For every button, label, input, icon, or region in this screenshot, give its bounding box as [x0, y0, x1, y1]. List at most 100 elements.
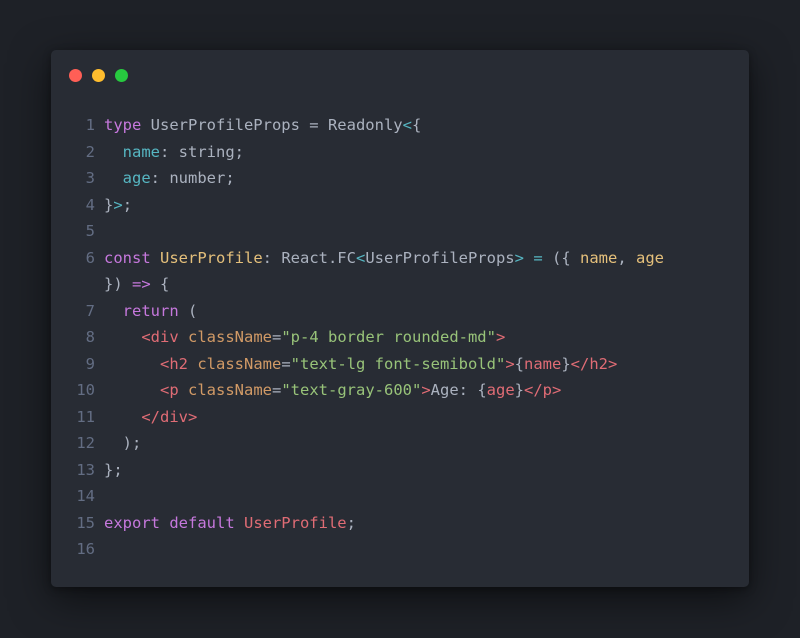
code-token: name	[580, 248, 618, 267]
code-token: <	[355, 248, 366, 267]
line-text: <div className="p-4 border rounded-md">	[95, 324, 505, 351]
code-token: </p>	[524, 381, 562, 399]
code-token: : number;	[150, 169, 235, 187]
code-token: export	[104, 513, 170, 532]
line-number: 7	[85, 301, 95, 320]
line-text: }) => {	[95, 271, 169, 298]
close-dot-icon[interactable]	[69, 69, 82, 82]
code-token: {	[411, 116, 422, 134]
code-token: );	[104, 434, 142, 452]
line-number: 8	[85, 328, 95, 346]
code-token: =	[533, 248, 543, 267]
code-token: name	[122, 142, 160, 161]
line-number: 5	[85, 222, 95, 240]
line-text: age: number;	[95, 165, 235, 192]
minimize-dot-icon[interactable]	[92, 69, 105, 82]
code-token: }	[104, 195, 114, 214]
line-text	[95, 536, 104, 563]
code-window: 1 type UserProfileProps = Readonly<{2 nam…	[51, 50, 749, 587]
code-token: >	[421, 381, 431, 399]
code-line: 5	[51, 218, 749, 245]
line-text: </div>	[95, 404, 197, 431]
code-token: default	[169, 513, 244, 532]
line-number: 9	[85, 354, 95, 373]
code-token: age	[122, 169, 151, 187]
code-token: : string;	[160, 142, 244, 161]
code-token: {	[150, 275, 170, 293]
code-line: 7 return (	[51, 298, 749, 325]
code-token: ,	[617, 248, 636, 267]
line-number: 16	[76, 540, 95, 558]
line-text: };	[95, 457, 123, 484]
line-text: <h2 className="text-lg font-semibold">{n…	[95, 351, 617, 378]
line-text: const UserProfile: React.FC<UserProfileP…	[95, 245, 664, 272]
line-text: <p className="text-gray-600">Age: {age}<…	[95, 377, 561, 404]
code-token: age	[486, 381, 515, 399]
code-line: 2 name: string;	[51, 139, 749, 166]
code-token: "text-gray-600"	[281, 381, 422, 399]
code-token: type	[104, 116, 142, 134]
line-number: 10	[76, 381, 95, 399]
code-token: UserProfile	[160, 248, 263, 267]
line-text: export default UserProfile;	[95, 510, 356, 537]
code-line: 6 const UserProfile: React.FC<UserProfile…	[51, 245, 749, 272]
code-token: ({	[542, 248, 580, 267]
code-line: 16	[51, 536, 749, 563]
line-number: 4	[85, 195, 95, 214]
line-number: 11	[76, 407, 95, 426]
code-line: 13};	[51, 457, 749, 484]
line-text: name: string;	[95, 139, 244, 166]
code-line: 15 export default UserProfile;	[51, 510, 749, 537]
code-token: >	[505, 354, 515, 373]
code-token: const	[104, 248, 160, 267]
code-token: className	[188, 328, 272, 346]
code-line: }) => {	[51, 271, 749, 298]
line-number: 6	[85, 248, 95, 267]
code-line: 3 age: number;	[51, 165, 749, 192]
code-token: >	[514, 248, 524, 267]
code-token: ;	[346, 513, 356, 532]
code-token: =	[272, 328, 282, 346]
code-token: }	[514, 381, 525, 399]
line-number	[51, 271, 95, 298]
code-line: 9 <h2 className="text-lg font-semibold">…	[51, 351, 749, 378]
line-text: type UserProfileProps = Readonly<{	[95, 112, 421, 139]
code-token: className	[197, 354, 282, 373]
code-token: {	[514, 354, 524, 373]
code-token: (	[178, 301, 198, 320]
code-token: "text-lg font-semibold"	[290, 354, 506, 373]
code-token: "p-4 border rounded-md"	[281, 328, 496, 346]
line-number: 15	[76, 513, 95, 532]
code-line: 11 </div>	[51, 404, 749, 431]
line-number: 13	[76, 460, 95, 479]
code-token: <	[402, 116, 412, 134]
code-line: 12 );	[51, 430, 749, 457]
code-token: <h2	[160, 354, 198, 373]
maximize-dot-icon[interactable]	[115, 69, 128, 82]
code-token: : React.FC	[262, 248, 356, 267]
code-line: 10 <p className="text-gray-600">Age: {ag…	[51, 377, 749, 404]
window-controls	[69, 69, 128, 82]
code-token: return	[122, 301, 179, 320]
line-number: 1	[85, 116, 95, 134]
line-number: 14	[76, 487, 95, 505]
line-text	[95, 483, 104, 510]
code-token: </h2>	[570, 354, 618, 373]
line-number: 2	[85, 142, 95, 161]
code-token: ;	[122, 195, 133, 214]
code-token: };	[104, 460, 123, 479]
line-text: );	[95, 430, 142, 457]
code-block: 1 type UserProfileProps = Readonly<{2 nam…	[51, 112, 749, 563]
code-token: name	[524, 354, 562, 373]
code-token: =>	[132, 275, 151, 293]
code-token: UserProfile	[243, 513, 347, 532]
code-token: =	[272, 381, 282, 399]
code-line: 1 type UserProfileProps = Readonly<{	[51, 112, 749, 139]
code-token: >	[113, 195, 123, 214]
code-token: age	[636, 248, 664, 267]
